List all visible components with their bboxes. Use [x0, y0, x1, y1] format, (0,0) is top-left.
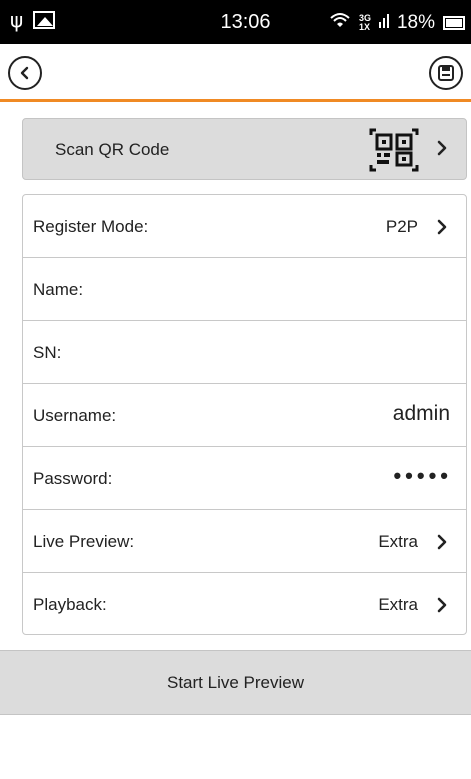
toolbar — [0, 44, 471, 102]
signal-icon — [378, 12, 389, 34]
scan-qr-label: Scan QR Code — [55, 140, 170, 159]
status-bar: ψ 13:06 3G 1X 18% — [0, 0, 471, 44]
username-row[interactable]: Username: admin — [23, 384, 466, 447]
qr-code-icon — [369, 128, 419, 172]
battery-percent: 18% — [396, 11, 435, 33]
live-preview-value: Extra — [378, 532, 418, 551]
wifi-icon — [329, 11, 351, 34]
chevron-right-icon — [437, 597, 447, 613]
playback-row[interactable]: Playback: Extra — [23, 573, 466, 634]
sn-label: SN: — [33, 343, 62, 362]
chevron-right-icon — [437, 534, 447, 550]
password-row[interactable]: Password: ••••• — [23, 447, 466, 510]
status-bar-right: 3G 1X 18% — [329, 11, 465, 34]
live-preview-label: Live Preview: — [33, 532, 135, 551]
register-mode-label: Register Mode: — [33, 217, 149, 236]
username-label: Username: — [33, 406, 117, 425]
username-field[interactable]: admin — [393, 402, 450, 426]
register-mode-row[interactable]: Register Mode: P2P — [23, 195, 466, 258]
password-field[interactable]: ••••• — [393, 463, 452, 489]
back-button[interactable] — [8, 56, 42, 90]
chevron-left-icon — [20, 66, 29, 80]
live-preview-row[interactable]: Live Preview: Extra — [23, 510, 466, 573]
playback-label: Playback: — [33, 595, 107, 614]
register-mode-value: P2P — [385, 217, 418, 236]
name-label: Name: — [33, 280, 84, 299]
scan-qr-button[interactable]: Scan QR Code — [22, 118, 467, 180]
playback-value: Extra — [378, 595, 418, 614]
chevron-right-icon — [437, 219, 447, 235]
password-label: Password: — [33, 469, 113, 488]
battery-charging-icon — [443, 15, 465, 30]
start-live-preview-label: Start Live Preview — [167, 672, 304, 692]
start-live-preview-button[interactable]: Start Live Preview — [0, 650, 471, 715]
sn-row[interactable]: SN: — [23, 321, 466, 384]
device-form: Register Mode: P2P Name: SN: Username: a… — [22, 194, 467, 635]
chevron-right-icon — [437, 140, 447, 156]
name-row[interactable]: Name: — [23, 258, 466, 321]
save-button[interactable] — [429, 56, 463, 90]
network-1x-label: 1X — [358, 21, 370, 32]
save-icon — [438, 65, 454, 81]
network-indicator: 3G 1X — [358, 13, 371, 32]
